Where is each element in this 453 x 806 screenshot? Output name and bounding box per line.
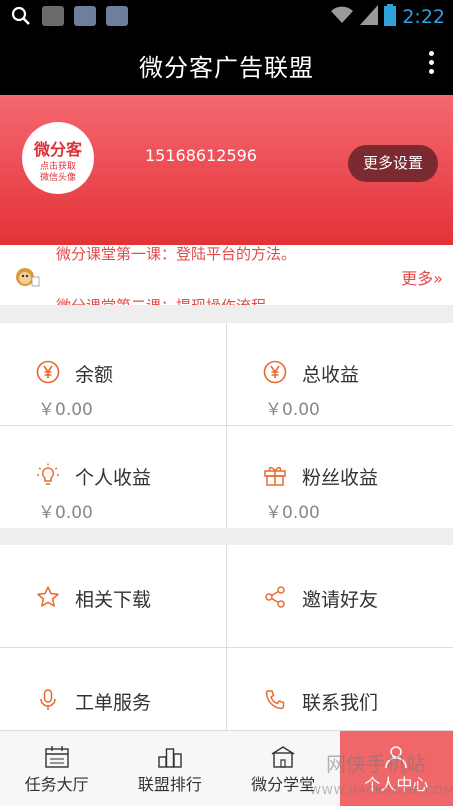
- stat-value: ￥0.00: [38, 503, 93, 523]
- baidu-icon-2: [106, 5, 128, 27]
- search-icon: [10, 5, 32, 27]
- stat-label: 总收益: [302, 364, 360, 386]
- profile-header: 微分客 点击获取 微信头像 15168612596 更多设置: [0, 95, 453, 245]
- avatar-hint-line1: 点击获取: [39, 162, 76, 172]
- wifi-icon: [330, 5, 354, 29]
- person-icon: [383, 745, 409, 769]
- tab-task-hall[interactable]: 任务大厅: [0, 731, 113, 806]
- yen-icon: [36, 360, 60, 384]
- tab-label: 个人中心: [364, 775, 429, 794]
- stat-value: ￥0.00: [265, 400, 320, 420]
- stat-label: 余额: [75, 364, 114, 386]
- action-label: 联系我们: [302, 692, 379, 714]
- avatar-hint: 点击获取 微信头像: [40, 162, 76, 184]
- downloads-button[interactable]: 相关下载: [0, 545, 226, 647]
- notice-more-link[interactable]: 更多»: [401, 265, 443, 289]
- school-icon: [270, 745, 296, 769]
- notice-line-1[interactable]: 微分课堂第一课：登陆平台的方法。: [56, 245, 296, 264]
- no-sim-icon: [42, 5, 64, 27]
- calendar-icon: [44, 745, 70, 769]
- stat-label: 个人收益: [75, 467, 152, 489]
- phone-number: 15168612596: [145, 146, 257, 165]
- battery-icon: [384, 4, 397, 30]
- stat-value: ￥0.00: [265, 503, 320, 523]
- stat-value: ￥0.00: [38, 400, 93, 420]
- app-title: 微分客广告联盟: [139, 54, 314, 82]
- stat-fan-earnings[interactable]: 粉丝收益 ￥0.00: [227, 426, 453, 528]
- phone-icon: [263, 688, 287, 712]
- tab-school[interactable]: 微分学堂: [227, 731, 340, 806]
- action-label: 邀请好友: [302, 589, 379, 611]
- avatar-hint-line2: 微信头像: [39, 173, 76, 183]
- lightbulb-icon: [36, 463, 60, 487]
- action-label: 工单服务: [75, 692, 152, 714]
- action-label: 相关下载: [75, 589, 152, 611]
- baidu-icon: [74, 5, 96, 27]
- invite-friends-button[interactable]: 邀请好友: [227, 545, 453, 647]
- earnings-grid: 余额 ￥0.00 总收益 ￥0.00 个人收益 ￥0.00 粉丝收益 ￥0.00: [0, 323, 453, 528]
- notice-bar[interactable]: 微分课堂第一课：登陆平台的方法。 微分课堂第二课：提现操作流程。 更多»: [0, 245, 453, 305]
- notice-line-2[interactable]: 微分课堂第二课：提现操作流程。: [56, 295, 281, 305]
- tab-label: 联盟排行: [137, 775, 202, 794]
- overflow-menu-icon[interactable]: [427, 51, 435, 77]
- monkey-mascot-icon: [14, 265, 40, 289]
- more-settings-button[interactable]: 更多设置: [348, 145, 438, 182]
- tab-label: 微分学堂: [251, 775, 316, 794]
- tab-personal-center[interactable]: 个人中心: [339, 731, 453, 806]
- status-bar: 2:22: [0, 0, 453, 33]
- stat-personal-earnings[interactable]: 个人收益 ￥0.00: [0, 426, 226, 528]
- stat-label: 粉丝收益: [302, 467, 379, 489]
- app-bar: 微分客广告联盟: [0, 33, 453, 95]
- avatar-logo: 微分客: [33, 140, 82, 159]
- tab-label: 任务大厅: [24, 775, 89, 794]
- star-icon: [36, 585, 60, 609]
- stat-balance[interactable]: 余额 ￥0.00: [0, 323, 226, 425]
- clock: 2:22: [402, 6, 445, 28]
- gift-icon: [263, 463, 287, 487]
- share-icon: [263, 585, 287, 609]
- ranking-icon: [157, 745, 183, 769]
- yen-icon: [263, 360, 287, 384]
- signal-icon: [360, 5, 379, 29]
- bottom-nav: 任务大厅 联盟排行 微分学堂 个人中心: [0, 730, 453, 806]
- actions-grid: 相关下载 邀请好友 工单服务 联系我们: [0, 545, 453, 750]
- stat-total-earnings[interactable]: 总收益 ￥0.00: [227, 323, 453, 425]
- tab-league-ranking[interactable]: 联盟排行: [113, 731, 226, 806]
- microphone-icon: [36, 688, 60, 712]
- avatar[interactable]: 微分客 点击获取 微信头像: [22, 122, 94, 194]
